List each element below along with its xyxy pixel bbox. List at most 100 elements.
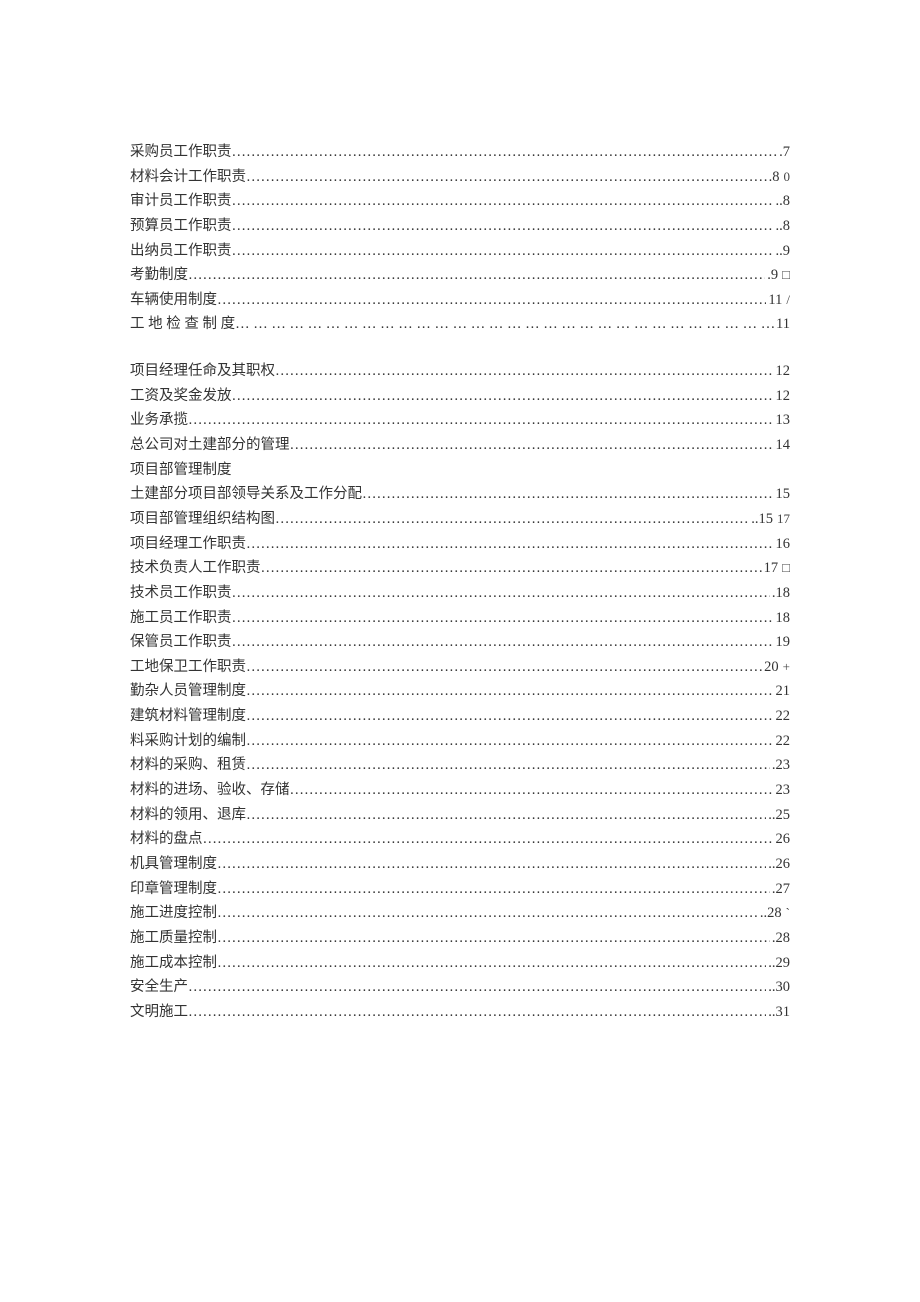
toc-leader: ……………………………………………………………………………………………………………	[290, 433, 774, 458]
toc-leader: ……………………………………………………………………………………………………………	[203, 827, 774, 852]
toc-entry: 技术员工作职责…………………………………………………………………………………………	[130, 581, 790, 606]
toc-page-number: 22	[774, 729, 791, 754]
toc-title: 审计员工作职责	[130, 189, 232, 214]
toc-title: 材料的领用、退库	[130, 803, 246, 828]
toc-leader: ……………………………………………………………………………………………………………	[290, 778, 774, 803]
toc-page-number: ..15	[749, 507, 773, 532]
toc-title: 出纳员工作职责	[130, 239, 232, 264]
toc-page-number: ..9	[774, 239, 791, 264]
toc-title: 工地保卫工作职责	[130, 655, 246, 680]
toc-trail-mark: `	[782, 902, 790, 924]
toc-entry: 材料的采购、租赁………………………………………………………………………………………	[130, 753, 790, 778]
toc-page-number: 20	[762, 655, 779, 680]
toc-entry: 出纳员工作职责…………………………………………………………………………………………	[130, 239, 790, 264]
toc-entry: 材料的盘点………………………………………………………………………………………………	[130, 827, 790, 852]
toc-leader: ……………………………………………………………………………………………………………	[246, 165, 767, 190]
toc-entry: 工资及奖金发放…………………………………………………………………………………………	[130, 384, 790, 409]
toc-page-number: ..31	[766, 1000, 790, 1025]
toc-title: 材料的进场、验收、存储	[130, 778, 290, 803]
toc-leader: … … … … … … … … … … … … … … … … … … … … …	[235, 312, 774, 337]
toc-leader: ……………………………………………………………………………………………………………	[217, 926, 770, 951]
toc-leader: ……………………………………………………………………………………………………………	[246, 729, 774, 754]
toc-title: 考勤制度	[130, 263, 188, 288]
toc-page-number: 26	[774, 827, 791, 852]
toc-title: 料采购计划的编制	[130, 729, 246, 754]
toc-page-number: 15	[774, 482, 791, 507]
toc-entry: 勤杂人员管理制度………………………………………………………………………………………	[130, 679, 790, 704]
toc-entry: 施工进度控制……………………………………………………………………………………………	[130, 901, 790, 926]
toc-entry: 建筑材料管理制度………………………………………………………………………………………	[130, 704, 790, 729]
toc-title: 施工质量控制	[130, 926, 217, 951]
toc-title: 施工成本控制	[130, 951, 217, 976]
toc-entry: 机具管理制度……………………………………………………………………………………………	[130, 852, 790, 877]
toc-leader: ……………………………………………………………………………………………………………	[232, 140, 778, 165]
toc-leader: ……………………………………………………………………………………………………………	[246, 753, 770, 778]
toc-title: 采购员工作职责	[130, 140, 232, 165]
toc-leader: ……………………………………………………………………………………………………………	[217, 852, 766, 877]
toc-trail-mark: /	[782, 289, 790, 311]
toc-leader: ……………………………………………………………………………………………………………	[217, 901, 758, 926]
toc-title: 印章管理制度	[130, 877, 217, 902]
toc-leader: ……………………………………………………………………………………………………………	[232, 239, 774, 264]
toc-page-number: 14	[774, 433, 791, 458]
toc-trail-mark: 0	[780, 166, 791, 188]
toc-title: 土建部分项目部领导关系及工作分配	[130, 482, 362, 507]
toc-leader: ……………………………………………………………………………………………………………	[246, 704, 774, 729]
toc-leader: ……………………………………………………………………………………………………………	[246, 679, 774, 704]
toc-page-number: ..29	[766, 951, 790, 976]
toc-entry: 技术负责人工作职责……………………………………………………………………………………	[130, 556, 790, 581]
toc-page-number: .27	[770, 877, 790, 902]
toc-entry: 采购员工作职责…………………………………………………………………………………………	[130, 140, 790, 165]
toc-title: 机具管理制度	[130, 852, 217, 877]
toc-leader: ……………………………………………………………………………………………………………	[246, 532, 774, 557]
toc-page-number: 18	[774, 606, 791, 631]
toc-leader: ……………………………………………………………………………………………………………	[217, 877, 770, 902]
toc-entry: 项目部管理组织结构图…………………………………………………………………………………	[130, 507, 790, 532]
toc-page-number: ..28	[758, 901, 782, 926]
toc-page-number: 11	[766, 288, 782, 313]
toc-page-number: .7	[777, 140, 790, 165]
toc-title: 技术员工作职责	[130, 581, 232, 606]
toc-entry: 项目经理工作职责………………………………………………………………………………………	[130, 532, 790, 557]
toc-leader: ……………………………………………………………………………………………………………	[188, 1000, 766, 1025]
section-gap	[130, 337, 790, 359]
toc-block-2: 项目经理任命及其职权 …………………………………………………………………………………	[130, 359, 790, 1024]
toc-trail-mark: +	[779, 656, 790, 678]
toc-leader: ……………………………………………………………………………………………………………	[188, 263, 765, 288]
toc-leader: ……………………………………………………………………………………………………………	[232, 606, 774, 631]
toc-title: 业务承揽	[130, 408, 188, 433]
toc-title: 工 地 检 查 制 度	[130, 312, 235, 337]
toc-entry: 考勤制度…………………………………………………………………………………………………	[130, 263, 790, 288]
toc-page-number: 12	[774, 384, 791, 409]
toc-page-number: .28	[770, 926, 790, 951]
toc-title: 材料的盘点	[130, 827, 203, 852]
toc-entry: 审计员工作职责…………………………………………………………………………………………	[130, 189, 790, 214]
toc-title: 材料会计工作职责	[130, 165, 246, 190]
toc-page-number: 11	[774, 312, 790, 337]
toc-title: 总公司对土建部分的管理	[130, 433, 290, 458]
toc-title: 材料的采购、租赁	[130, 753, 246, 778]
toc-entry: 预算员工作职责…………………………………………………………………………………………	[130, 214, 790, 239]
document-page: 采购员工作职责…………………………………………………………………………………………	[0, 0, 920, 1302]
toc-title: 勤杂人员管理制度	[130, 679, 246, 704]
toc-page-number: .23	[770, 753, 790, 778]
toc-trail-mark: □	[778, 264, 790, 286]
toc-title: 项目经理任命及其职权	[130, 359, 275, 384]
toc-page-number: 16	[774, 532, 791, 557]
toc-entry: 总公司对土建部分的管理………………………………………………………………………………	[130, 433, 790, 458]
toc-page-number: 23	[774, 778, 791, 803]
toc-entry: 业务承揽…………………………………………………………………………………………………	[130, 408, 790, 433]
toc-title: 项目部管理制度	[130, 458, 232, 483]
toc-title: 施工员工作职责	[130, 606, 232, 631]
toc-leader: ……………………………………………………………………………………………………………	[232, 630, 774, 655]
toc-leader: ……………………………………………………………………………………………………………	[217, 951, 766, 976]
toc-entry: 车辆使用制度……………………………………………………………………………………………	[130, 288, 790, 313]
toc-page-number: ..8	[774, 214, 791, 239]
toc-page-number: 19	[774, 630, 791, 655]
toc-entry: 项目经理任命及其职权…………………………………………………………………………………	[130, 359, 790, 384]
toc-page-number: 12	[774, 359, 791, 384]
toc-leader: ……………………………………………………………………………………………………………	[232, 214, 774, 239]
toc-leader: ……………………………………………………………………………………………………………	[246, 803, 766, 828]
toc-page-number: .9	[765, 263, 778, 288]
toc-entry: 施工员工作职责…………………………………………………………………………………………	[130, 606, 790, 631]
